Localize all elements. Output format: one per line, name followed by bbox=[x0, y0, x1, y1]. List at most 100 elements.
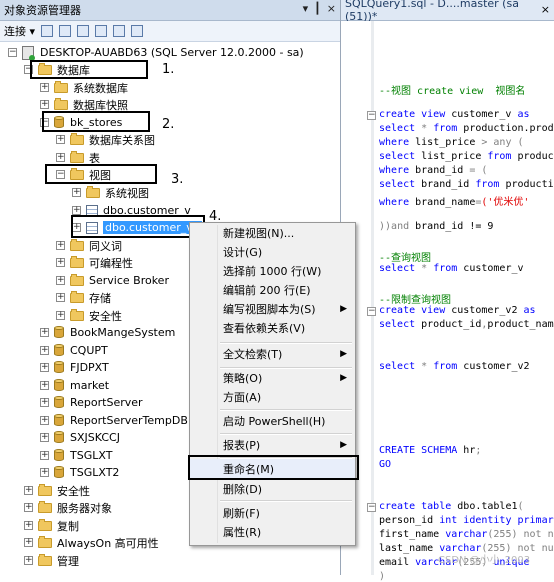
expand-icon[interactable]: + bbox=[40, 398, 49, 407]
tree-replication-node[interactable]: + 复制 bbox=[24, 517, 79, 534]
code-line: select product_id,product_nam bbox=[379, 319, 554, 330]
menu-refresh[interactable]: 刷新(F) bbox=[190, 503, 355, 523]
menu-view-dependencies[interactable]: 查看依赖关系(V) bbox=[190, 318, 355, 338]
tree-database-node[interactable]: + market bbox=[40, 377, 109, 394]
tree-storage-node[interactable]: + 存储 bbox=[56, 289, 111, 306]
expand-icon[interactable]: + bbox=[24, 556, 33, 565]
menu-properties[interactable]: 属性(R) bbox=[190, 522, 355, 542]
tree-database-node[interactable]: + BookMangeSystem bbox=[40, 324, 175, 341]
step5-highlight bbox=[188, 455, 359, 480]
expand-icon[interactable]: + bbox=[72, 206, 81, 215]
tree-database-node[interactable]: + TSGLXT bbox=[40, 447, 112, 464]
disconnect-icon[interactable] bbox=[59, 25, 72, 37]
collapse-icon[interactable]: − bbox=[8, 48, 17, 57]
tree-diagrams-node[interactable]: + 数据库关系图 bbox=[56, 131, 155, 148]
tree-database-node[interactable]: + CQUPT bbox=[40, 342, 108, 359]
tree-server-objects-node[interactable]: + 服务器对象 bbox=[24, 499, 112, 516]
expand-icon[interactable]: + bbox=[56, 258, 65, 267]
expand-icon[interactable]: + bbox=[24, 521, 33, 530]
close-icon[interactable]: × bbox=[541, 3, 550, 16]
menu-design[interactable]: 设计(G) bbox=[190, 242, 355, 262]
tree-service-broker-node[interactable]: + Service Broker bbox=[56, 272, 169, 289]
menu-select-top-1000[interactable]: 选择前 1000 行(W) bbox=[190, 261, 355, 281]
expand-icon[interactable]: + bbox=[40, 363, 49, 372]
step-number: 2. bbox=[162, 117, 175, 132]
code-line: where brand_id = ( bbox=[379, 165, 488, 176]
close-icon[interactable]: × bbox=[327, 2, 336, 15]
expand-icon[interactable]: + bbox=[40, 451, 49, 460]
tree-security-node[interactable]: + 安全性 bbox=[24, 482, 90, 499]
expand-icon[interactable]: + bbox=[24, 538, 33, 547]
expand-icon[interactable]: + bbox=[40, 468, 49, 477]
tree-database-node[interactable]: + ReportServer bbox=[40, 394, 143, 411]
tree-database-node[interactable]: + TSGLXT2 bbox=[40, 464, 119, 481]
stop-icon[interactable] bbox=[77, 25, 90, 37]
activity-monitor-icon[interactable] bbox=[131, 25, 144, 37]
tree-server-node[interactable]: − DESKTOP-AUABD63 (SQL Server 12.0.2000 … bbox=[8, 44, 304, 61]
folder-icon bbox=[38, 483, 52, 496]
tree-alwayson-node[interactable]: + AlwaysOn 高可用性 bbox=[24, 534, 159, 551]
system-views-label: 系统视图 bbox=[105, 186, 149, 200]
tree-management-node[interactable]: + 管理 bbox=[24, 552, 79, 569]
menu-delete[interactable]: 删除(D) bbox=[190, 479, 355, 499]
system-databases-label: 系统数据库 bbox=[73, 81, 128, 95]
query-tab[interactable]: SQLQuery1.sql - D....master (sa (51))* × bbox=[341, 0, 554, 23]
server-icon bbox=[22, 45, 35, 61]
expand-icon[interactable]: + bbox=[56, 311, 65, 320]
dropdown-icon[interactable]: ▾ bbox=[303, 2, 309, 15]
expand-icon[interactable]: + bbox=[40, 381, 49, 390]
expand-icon[interactable]: + bbox=[40, 416, 49, 425]
submenu-arrow-icon: ▶ bbox=[340, 373, 347, 383]
expand-icon[interactable]: + bbox=[24, 503, 33, 512]
expand-icon[interactable]: + bbox=[56, 293, 65, 302]
collapse-icon[interactable]: − bbox=[367, 111, 376, 120]
menu-edit-top-200[interactable]: 编辑前 200 行(E) bbox=[190, 280, 355, 300]
refresh-icon[interactable] bbox=[113, 25, 126, 37]
tree-database-node[interactable]: + ReportServerTempDB bbox=[40, 412, 188, 429]
code-line: GO bbox=[379, 459, 392, 470]
security-label: 安全性 bbox=[57, 484, 90, 498]
menu-script-view-as[interactable]: 编写视图脚本为(S) ▶ bbox=[190, 299, 355, 319]
expand-icon[interactable]: + bbox=[40, 100, 49, 109]
watermark: CSDN @小小_2003 bbox=[438, 555, 531, 566]
database-icon bbox=[54, 361, 64, 374]
tree-db-security-node[interactable]: + 安全性 bbox=[56, 307, 122, 324]
collapse-icon[interactable]: − bbox=[367, 307, 376, 316]
expand-icon[interactable]: + bbox=[56, 276, 65, 285]
expand-icon[interactable]: + bbox=[40, 346, 49, 355]
filter-icon[interactable] bbox=[95, 25, 108, 37]
database-icon bbox=[54, 466, 64, 479]
tree-system-views-node[interactable]: + 系统视图 bbox=[72, 184, 149, 201]
menu-policies[interactable]: 策略(O) ▶ bbox=[190, 368, 355, 388]
expand-icon[interactable]: + bbox=[56, 135, 65, 144]
expand-icon[interactable]: + bbox=[40, 433, 49, 442]
menu-full-text-search[interactable]: 全文检索(T) ▶ bbox=[190, 344, 355, 364]
connect-server-icon[interactable] bbox=[41, 25, 54, 37]
tree-system-databases-node[interactable]: + 系统数据库 bbox=[40, 79, 128, 96]
code-line: ) bbox=[379, 571, 386, 582]
tree-database-node[interactable]: + FJDPXT bbox=[40, 359, 109, 376]
menu-new-view[interactable]: 新建视图(N)... bbox=[190, 223, 355, 243]
submenu-arrow-icon: ▶ bbox=[340, 440, 347, 450]
tree-database-node[interactable]: + SXJSKCCJ bbox=[40, 429, 120, 446]
folder-icon bbox=[86, 185, 100, 198]
expand-icon[interactable]: + bbox=[24, 486, 33, 495]
db-security-label: 安全性 bbox=[89, 309, 122, 323]
menu-start-powershell[interactable]: 启动 PowerShell(H) bbox=[190, 411, 355, 431]
expand-icon[interactable]: + bbox=[40, 83, 49, 92]
collapse-icon[interactable]: − bbox=[367, 503, 376, 512]
menu-reports[interactable]: 报表(P) ▶ bbox=[190, 435, 355, 455]
tree-synonyms-node[interactable]: + 同义词 bbox=[56, 237, 122, 254]
expand-icon[interactable]: + bbox=[56, 241, 65, 250]
tree-programmability-node[interactable]: + 可编程性 bbox=[56, 254, 133, 271]
folder-icon bbox=[70, 255, 84, 268]
connect-button[interactable]: 连接 ▾ bbox=[4, 23, 35, 39]
pin-icon[interactable]: ┃ bbox=[314, 2, 321, 15]
expand-icon[interactable]: + bbox=[40, 328, 49, 337]
code-line: select brand_id from producti bbox=[379, 179, 554, 190]
expand-icon[interactable]: + bbox=[72, 188, 81, 197]
database-icon bbox=[54, 449, 64, 462]
expand-icon[interactable]: + bbox=[56, 153, 65, 162]
folder-icon bbox=[70, 132, 84, 145]
menu-facets[interactable]: 方面(A) bbox=[190, 387, 355, 407]
